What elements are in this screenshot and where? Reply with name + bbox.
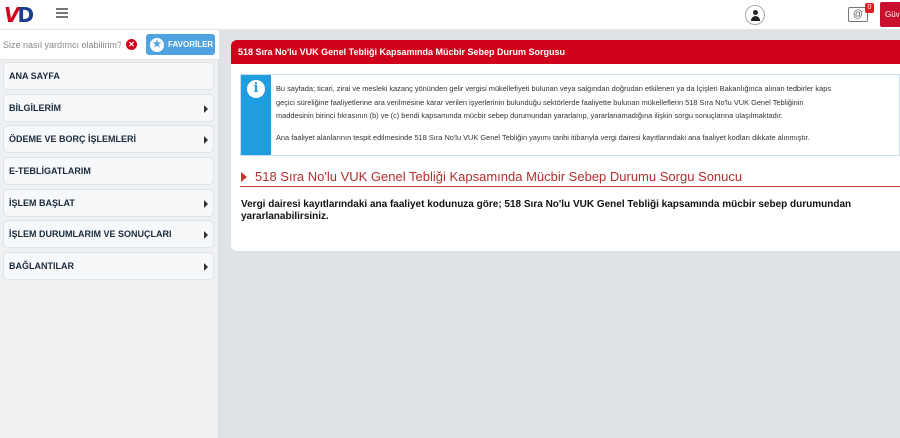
- sidebar-item-baglantilar[interactable]: BAĞLANTILAR: [3, 252, 214, 281]
- info-line: maddesinin birinci fıkrasının (b) ve (c)…: [276, 111, 783, 120]
- panel-title: 518 Sıra No'lu VUK Genel Tebliği Kapsamı…: [231, 40, 900, 64]
- logo[interactable]: V D: [4, 3, 35, 27]
- search-row: ✕ ★ FAVORİLER: [0, 30, 219, 60]
- sidebar-item-label: E-TEBLİGATLARIM: [9, 166, 91, 177]
- sidebar-item-label: BİLGİLERİM: [9, 102, 61, 113]
- info-stripe: i: [241, 75, 271, 155]
- caret-right-icon: [204, 263, 208, 272]
- search-input[interactable]: [3, 35, 121, 55]
- mail-count-badge: 0: [865, 3, 874, 13]
- caret-right-icon: [204, 104, 208, 113]
- info-line: Ana faaliyet alanlarının tespit edilmesi…: [276, 132, 810, 142]
- sidebar-item-label: BAĞLANTILAR: [9, 261, 74, 272]
- favorites-label: FAVORİLER: [168, 40, 214, 49]
- sidebar-item-e-tebligat[interactable]: E-TEBLİGATLARIM: [3, 157, 214, 186]
- sidebar-item-odeme-borc[interactable]: ÖDEME VE BORÇ İŞLEMLERİ: [3, 125, 214, 154]
- star-icon: ★: [150, 37, 164, 52]
- sidebar-item-islem-baslat[interactable]: İŞLEM BAŞLAT: [3, 188, 214, 217]
- secure-exit-button[interactable]: Güv: [880, 2, 900, 27]
- top-bar: V D @ 0 Güv: [0, 0, 900, 30]
- caret-right-icon: [204, 199, 208, 208]
- logo-d: D: [17, 3, 35, 27]
- favorites-button[interactable]: ★ FAVORİLER: [146, 34, 215, 55]
- menu-toggle-icon[interactable]: [56, 8, 68, 18]
- sidebar-item-label: İŞLEM DURUMLARIM VE SONUÇLARI: [9, 229, 172, 240]
- info-line: Bu sayfada; ticari, zirai ve mesleki kaz…: [276, 84, 832, 93]
- sidebar-item-ana-sayfa[interactable]: ANA SAYFA: [3, 62, 214, 90]
- caret-right-icon: [204, 231, 208, 240]
- sidebar-item-bilgilerim[interactable]: BİLGİLERİM: [3, 93, 214, 122]
- caret-right-icon: [204, 136, 208, 145]
- result-heading: 518 Sıra No'lu VUK Genel Tebliği Kapsamı…: [240, 167, 900, 187]
- sidebar-item-label: ÖDEME VE BORÇ İŞLEMLERİ: [9, 134, 137, 145]
- info-text: Bu sayfada; ticari, zirai ve mesleki kaz…: [276, 82, 900, 144]
- sidebar-item-label: İŞLEM BAŞLAT: [9, 197, 75, 208]
- info-box: i Bu sayfada; ticari, zirai ve mesleki k…: [240, 74, 900, 156]
- sidebar: ✕ ★ FAVORİLER ANA SAYFA BİLGİLERİM ÖDEME…: [0, 30, 219, 438]
- result-heading-text: 518 Sıra No'lu VUK Genel Tebliği Kapsamı…: [255, 169, 743, 184]
- logo-v: V: [4, 3, 20, 27]
- caret-right-icon: [241, 171, 247, 182]
- sidebar-item-label: ANA SAYFA: [9, 71, 60, 81]
- user-icon[interactable]: [745, 5, 765, 25]
- result-message: Vergi dairesi kayıtlarındaki ana faaliye…: [241, 199, 852, 222]
- main-panel: 518 Sıra No'lu VUK Genel Tebliği Kapsamı…: [231, 40, 900, 251]
- clear-search-icon[interactable]: ✕: [126, 39, 137, 50]
- info-icon: i: [247, 80, 265, 98]
- sidebar-item-islem-durumlari[interactable]: İŞLEM DURUMLARIM VE SONUÇLARI: [3, 220, 214, 249]
- sidebar-menu: ANA SAYFA BİLGİLERİM ÖDEME VE BORÇ İŞLEM…: [3, 62, 214, 284]
- info-line: geçici süreliğine faaliyetlerine ara ver…: [276, 97, 804, 107]
